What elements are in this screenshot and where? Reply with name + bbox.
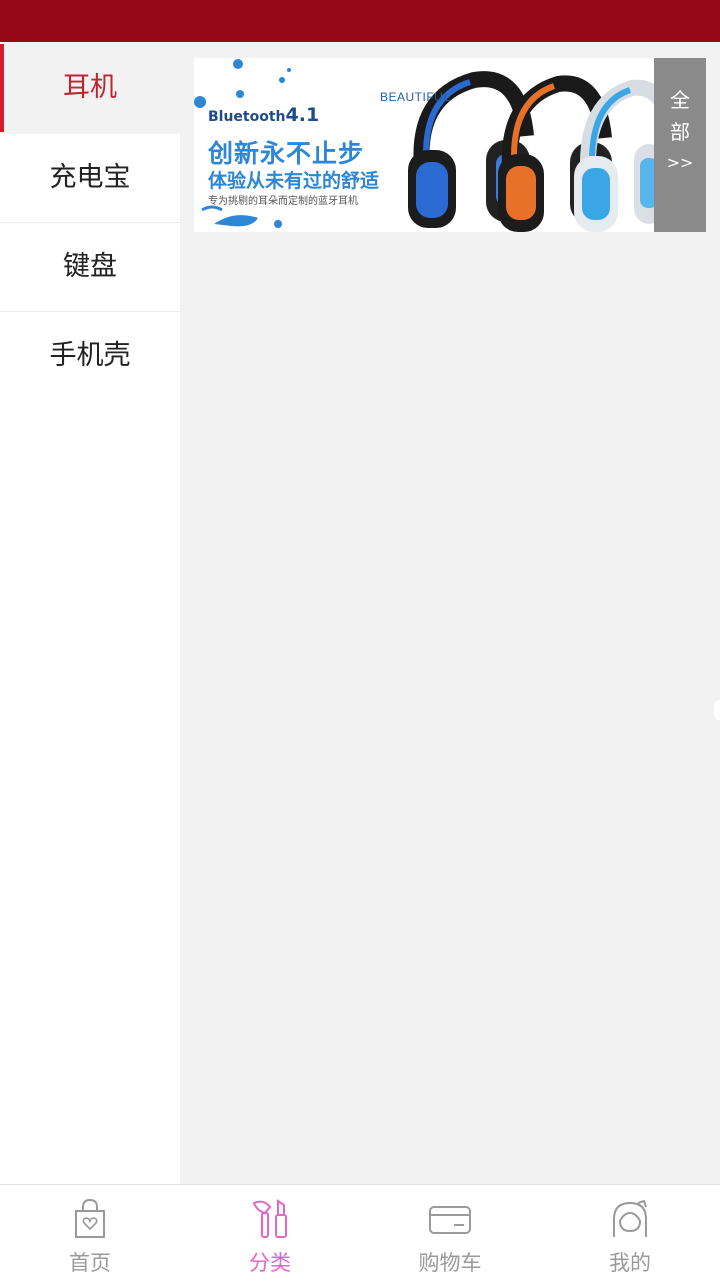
tab-label: 我的 [609,1251,651,1275]
bluetooth-badge: Bluetooth4.1 [208,104,319,126]
view-all-label-1: 全 [670,88,690,112]
view-all-label-2: 部 [670,120,690,144]
banner-slogan-main: 创新永不止步 [208,139,365,168]
tab-label: 首页 [69,1251,111,1275]
makeup-icon [252,1199,287,1238]
edge-handle[interactable] [714,700,720,720]
bluetooth-text: Bluetooth [208,109,286,125]
category-label: 充电宝 [49,162,131,193]
bottom-tab-bar: 首页 分类 购物车 我的 [0,1184,720,1281]
tab-label: 购物车 [418,1251,482,1275]
category-label: 手机壳 [49,340,131,371]
category-item-earphones[interactable]: 耳机 [0,42,180,134]
tab-label: 分类 [249,1251,291,1275]
category-banner[interactable]: Bluetooth4.1 BEAUTIFUL 创新永不止步 体验从未有过的舒适 … [194,58,654,232]
category-label: 键盘 [63,251,117,282]
category-sidebar: 耳机 充电宝 键盘 手机壳 [0,42,180,1184]
category-item-power-bank[interactable]: 充电宝 [0,134,180,223]
card-icon [429,1206,471,1234]
category-item-keyboard[interactable]: 键盘 [0,223,180,312]
category-item-phone-case[interactable]: 手机壳 [0,312,180,400]
tab-home[interactable]: 首页 [0,1185,180,1281]
view-all-arrow: >> [666,153,694,172]
category-content: Bluetooth4.1 BEAUTIFUL 创新永不止步 体验从未有过的舒适 … [180,42,720,1184]
profile-icon [613,1199,647,1237]
tab-profile[interactable]: 我的 [540,1185,720,1281]
banner-slogan-sub: 体验从未有过的舒适 [208,170,380,192]
shopping-bag-icon [75,1198,105,1238]
tab-category[interactable]: 分类 [180,1185,360,1281]
category-label: 耳机 [63,72,117,103]
view-all-button[interactable]: 全 部 >> [654,58,706,232]
status-bar [0,0,720,42]
banner-slogan-small: 专为挑剔的耳朵而定制的蓝牙耳机 [208,196,358,207]
bluetooth-version: 4.1 [285,104,320,126]
tab-cart[interactable]: 购物车 [360,1185,540,1281]
banner-brand-text: BEAUTIFUL [380,90,451,104]
